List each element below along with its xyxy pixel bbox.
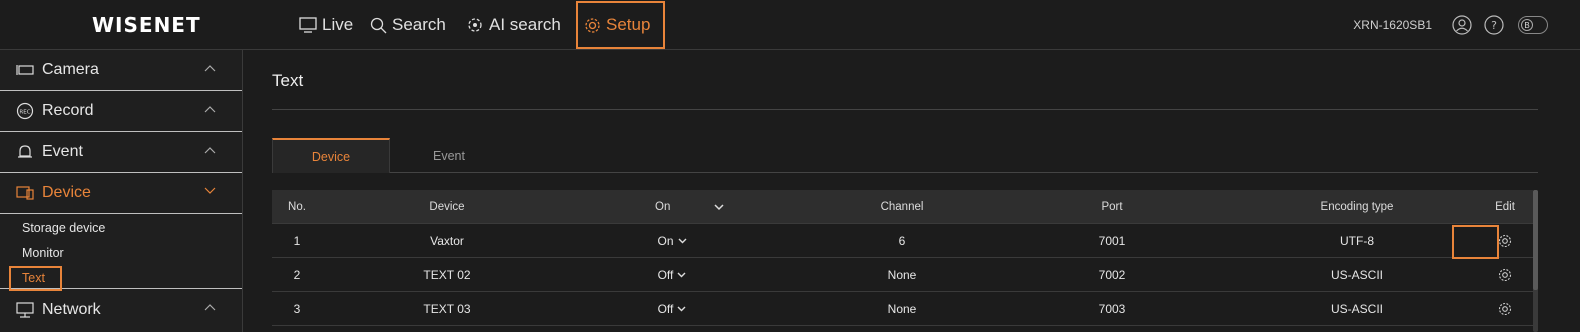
row-edit-button[interactable]: [1480, 292, 1530, 326]
sidebar-item-record-label: Record: [42, 102, 94, 119]
table-row: 3 TEXT 03 Off None 7003 US-ASCII: [272, 292, 1533, 326]
rec-icon: REC: [16, 102, 34, 120]
row-channel: 6: [898, 234, 906, 248]
chevron-up-icon: [204, 304, 216, 311]
monitor-icon: [299, 17, 317, 33]
gear-icon: [1498, 302, 1512, 316]
sidebar-sub-monitor[interactable]: Monitor: [0, 241, 242, 266]
nav-search[interactable]: Search: [370, 12, 446, 38]
row-port: 7001: [1098, 234, 1126, 248]
tab-event[interactable]: Event: [390, 138, 508, 173]
header-on-select[interactable]: On: [655, 190, 724, 224]
sidebar-sub-storage-device[interactable]: Storage device: [0, 216, 242, 241]
device-model: XRN-1620SB1: [1353, 18, 1432, 32]
b-toggle[interactable]: B: [1518, 16, 1548, 34]
row-no: 3: [293, 302, 301, 316]
nav-search-label: Search: [392, 15, 446, 34]
sidebar-item-device-label: Device: [42, 184, 91, 201]
divider: [272, 109, 1538, 110]
row-no: 2: [293, 268, 301, 282]
gear-icon: [1498, 268, 1512, 282]
nav-live[interactable]: Live: [299, 12, 353, 38]
table-row: 1 Vaxtor On 6 7001 UTF-8: [272, 224, 1533, 258]
header-port: Port: [1101, 201, 1123, 213]
header-edit: Edit: [1495, 201, 1515, 213]
header-no: No.: [288, 201, 306, 213]
chevron-down-icon: [677, 272, 686, 278]
row-port: 7003: [1098, 302, 1126, 316]
top-bar: WISENET Live Search AI search Setup XRN-…: [0, 0, 1580, 50]
sidebar-item-network[interactable]: Network: [0, 289, 242, 330]
row-on-value: On: [657, 234, 674, 248]
sidebar-item-camera[interactable]: Camera: [0, 50, 242, 91]
chevron-down-icon: [204, 187, 216, 194]
row-on-select[interactable]: Off: [632, 292, 712, 326]
row-encoding: UTF-8: [1340, 234, 1374, 248]
sidebar-item-event[interactable]: Event: [0, 132, 242, 173]
camera-icon: [16, 65, 34, 75]
row-channel: None: [887, 268, 917, 282]
row-encoding: US-ASCII: [1330, 268, 1383, 282]
table-row: 2 TEXT 02 Off None 7002 US-ASCII: [272, 258, 1533, 292]
row-on-value: Off: [657, 268, 674, 282]
brand-logo: WISENET: [92, 13, 201, 37]
gear-icon: [585, 17, 600, 33]
gear-icon: [1498, 234, 1512, 248]
row-on-value: Off: [657, 302, 674, 316]
nav-setup[interactable]: Setup: [576, 1, 665, 49]
svg-text:REC: REC: [19, 110, 30, 116]
header-encoding: Encoding type: [1320, 201, 1394, 213]
svg-text:?: ?: [1491, 19, 1497, 32]
chevron-down-icon: [678, 238, 686, 244]
scrollbar-thumb[interactable]: [1533, 190, 1538, 290]
chevron-down-icon: [677, 306, 686, 312]
nav-setup-label: Setup: [606, 15, 651, 34]
help-icon[interactable]: ?: [1484, 15, 1504, 35]
user-icon[interactable]: [1452, 15, 1472, 35]
bell-icon: [18, 145, 32, 158]
chevron-down-icon: [714, 203, 724, 210]
nav-ai-search[interactable]: AI search: [467, 12, 561, 38]
page-title: Text: [272, 71, 304, 90]
top-right-tools: XRN-1620SB1 ? B: [1353, 10, 1580, 40]
edit-highlight-box: [1452, 225, 1499, 259]
text-highlight-box: [9, 266, 62, 291]
device-icon: [16, 186, 34, 200]
toggle-knob: B: [1521, 19, 1533, 31]
main-panel: Text Device Event No. Device On Channel …: [243, 50, 1580, 332]
nav-ai-search-label: AI search: [489, 15, 561, 34]
header-device: Device: [429, 201, 465, 213]
sidebar-item-event-label: Event: [42, 143, 83, 160]
ai-search-icon: [468, 17, 482, 32]
chevron-up-icon: [204, 65, 216, 72]
sidebar-item-network-label: Network: [42, 300, 101, 318]
table-header: No. Device On Channel Port Encoding type…: [272, 190, 1533, 224]
row-device: TEXT 02: [423, 268, 471, 282]
sidebar-item-record[interactable]: REC Record: [0, 91, 242, 132]
row-channel: None: [887, 302, 917, 316]
sidebar-item-camera-label: Camera: [42, 61, 99, 78]
text-device-table: No. Device On Channel Port Encoding type…: [272, 190, 1533, 326]
network-icon: [16, 301, 34, 318]
tab-device[interactable]: Device: [272, 138, 390, 173]
row-device: Vaxtor: [430, 234, 464, 248]
header-on: On: [655, 201, 671, 213]
row-no: 1: [293, 234, 301, 248]
search-icon: [370, 17, 387, 33]
row-port: 7002: [1098, 268, 1126, 282]
sidebar-item-device[interactable]: Device: [0, 173, 242, 214]
row-on-select[interactable]: Off: [632, 258, 712, 292]
row-edit-button[interactable]: [1480, 258, 1530, 292]
header-channel: Channel: [880, 201, 924, 213]
divider: [390, 172, 1538, 173]
nav-live-label: Live: [322, 15, 354, 34]
row-device: TEXT 03: [423, 302, 471, 316]
chevron-up-icon: [204, 147, 216, 154]
row-on-select[interactable]: On: [632, 224, 712, 258]
chevron-up-icon: [204, 106, 216, 113]
row-encoding: US-ASCII: [1330, 302, 1383, 316]
